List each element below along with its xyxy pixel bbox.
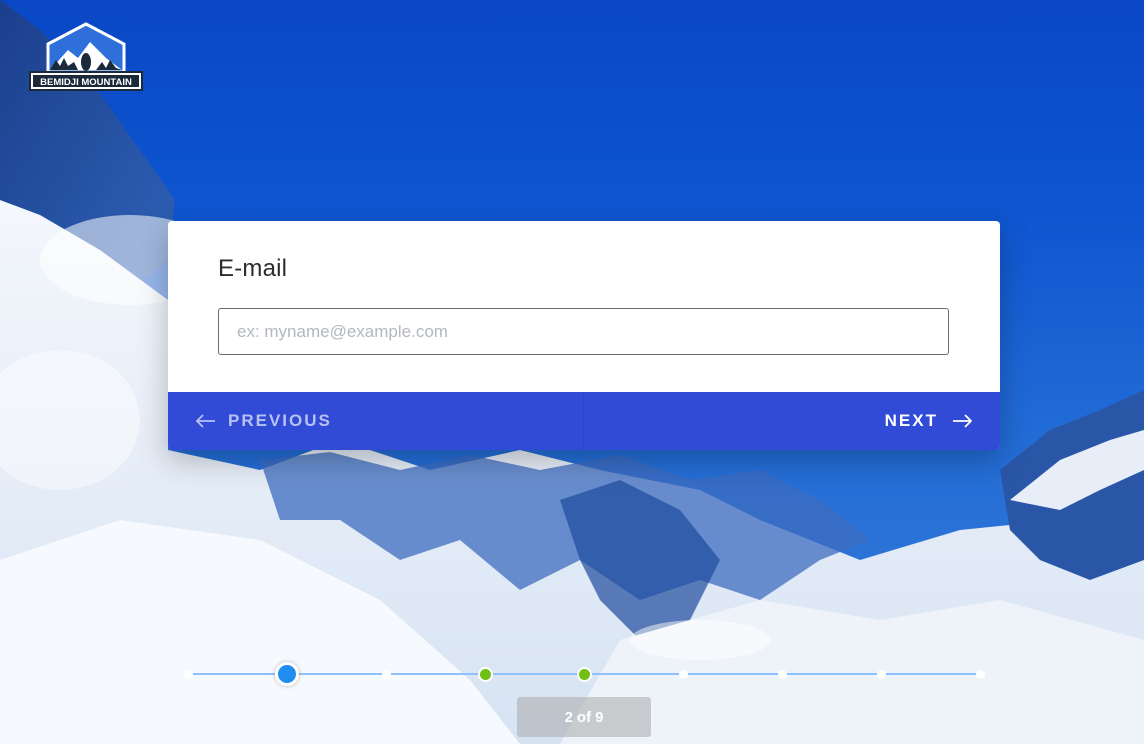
progress-step-8[interactable] (876, 669, 886, 679)
progress-step-4[interactable] (477, 666, 493, 682)
logo-text: BEMIDJI MOUNTAIN (40, 77, 132, 88)
progress-step-1[interactable] (183, 669, 193, 679)
arrow-right-icon (953, 414, 972, 428)
previous-button[interactable]: PREVIOUS (168, 392, 584, 450)
navigation-bar: PREVIOUS NEXT (168, 392, 1000, 450)
next-label: NEXT (884, 411, 938, 430)
email-field[interactable] (218, 308, 949, 355)
of-label: of (576, 708, 592, 726)
progress-step-3[interactable] (381, 669, 391, 679)
progress-step-2[interactable] (275, 662, 299, 686)
arrow-left-icon (196, 414, 215, 428)
brand-logo[interactable]: BEMIDJI MOUNTAIN (26, 22, 146, 102)
progress-step-6[interactable] (678, 669, 688, 679)
progress-step-5[interactable] (576, 666, 592, 682)
current-step: 2 (564, 708, 573, 726)
step-counter: 2 of 9 (517, 697, 651, 737)
progress-indicator (0, 650, 1144, 700)
total-steps: 9 (595, 708, 604, 726)
progress-step-7[interactable] (777, 669, 787, 679)
next-button[interactable]: NEXT (584, 392, 1000, 450)
question-card: E-mail PREVIOUS NEXT (168, 221, 1000, 450)
progress-step-9[interactable] (975, 669, 985, 679)
question-label: E-mail (218, 255, 288, 282)
mountain-badge-icon: BEMIDJI MOUNTAIN (29, 22, 143, 91)
previous-label: PREVIOUS (228, 411, 332, 430)
